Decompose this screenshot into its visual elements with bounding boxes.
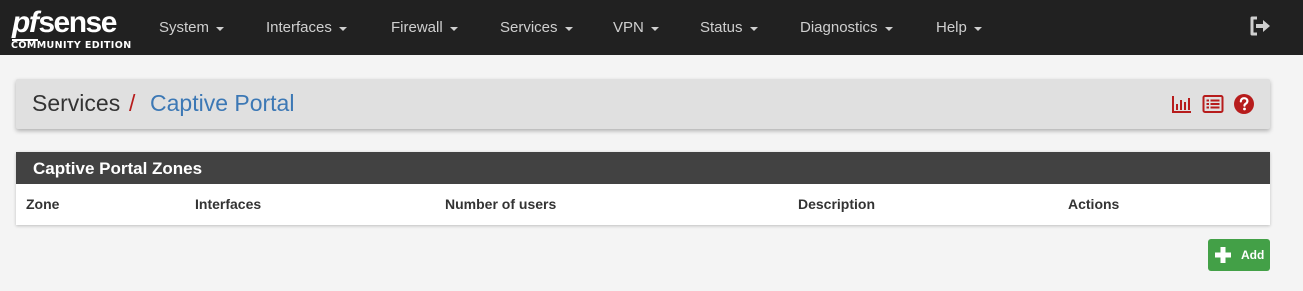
caret-down-icon [564, 26, 573, 31]
nav-menu-interfaces[interactable]: Interfaces [266, 0, 347, 55]
nav-menu-diagnostics[interactable]: Diagnostics [800, 0, 893, 55]
nav-menu-label: Diagnostics [800, 19, 878, 36]
list-icon[interactable] [1202, 93, 1224, 115]
pfsense-logo[interactable]: pfsense COMMUNITY EDITION [10, 6, 132, 52]
caret-down-icon [216, 26, 225, 31]
top-navbar: pfsense COMMUNITY EDITION System Interfa… [0, 0, 1303, 55]
caret-down-icon [650, 26, 659, 31]
add-button[interactable]: Add [1208, 239, 1270, 271]
column-header-actions: Actions [1068, 196, 1120, 212]
logo-wordmark: pfsense [12, 6, 117, 41]
add-button-label: Add [1241, 248, 1265, 262]
column-header-number-of-users: Number of users [445, 196, 557, 212]
nav-menu-label: Interfaces [266, 19, 332, 36]
nav-menu-label: System [159, 19, 210, 36]
caret-down-icon [973, 26, 982, 31]
panel-heading: Captive Portal Zones [16, 152, 1270, 184]
nav-menu-vpn[interactable]: VPN [613, 0, 659, 55]
caret-down-icon [884, 26, 893, 31]
nav-menu-label: Status [700, 19, 743, 36]
nav-menu-system[interactable]: System [159, 0, 225, 55]
nav-menu-label: VPN [613, 19, 644, 36]
column-header-description: Description [798, 196, 876, 212]
nav-menu-services[interactable]: Services [500, 0, 573, 55]
page-title[interactable]: Captive Portal [150, 90, 294, 117]
column-header-zone: Zone [26, 196, 60, 212]
column-header-interfaces: Interfaces [195, 196, 262, 212]
help-circle-icon[interactable] [1233, 93, 1255, 115]
sign-out-icon[interactable] [1248, 14, 1272, 38]
caret-down-icon [338, 26, 347, 31]
breadcrumb-separator: / [129, 90, 136, 116]
plus-icon [1213, 245, 1233, 265]
breadcrumb: Services / Captive Portal [16, 79, 1270, 129]
nav-menu-firewall[interactable]: Firewall [391, 0, 458, 55]
panel-title: Captive Portal Zones [33, 159, 203, 178]
nav-menu-label: Firewall [391, 19, 443, 36]
breadcrumb-section: Services [32, 90, 121, 116]
caret-down-icon [449, 26, 458, 31]
edition-label: COMMUNITY EDITION [11, 40, 132, 51]
caret-down-icon [749, 26, 758, 31]
nav-menu-label: Help [936, 19, 967, 36]
nav-menu-status[interactable]: Status [700, 0, 758, 55]
nav-menu-label: Services [500, 19, 558, 36]
zones-panel: Captive Portal Zones Zone Interfaces Num… [16, 152, 1270, 225]
nav-menu-help[interactable]: Help [936, 0, 982, 55]
bar-chart-icon[interactable] [1171, 93, 1193, 115]
